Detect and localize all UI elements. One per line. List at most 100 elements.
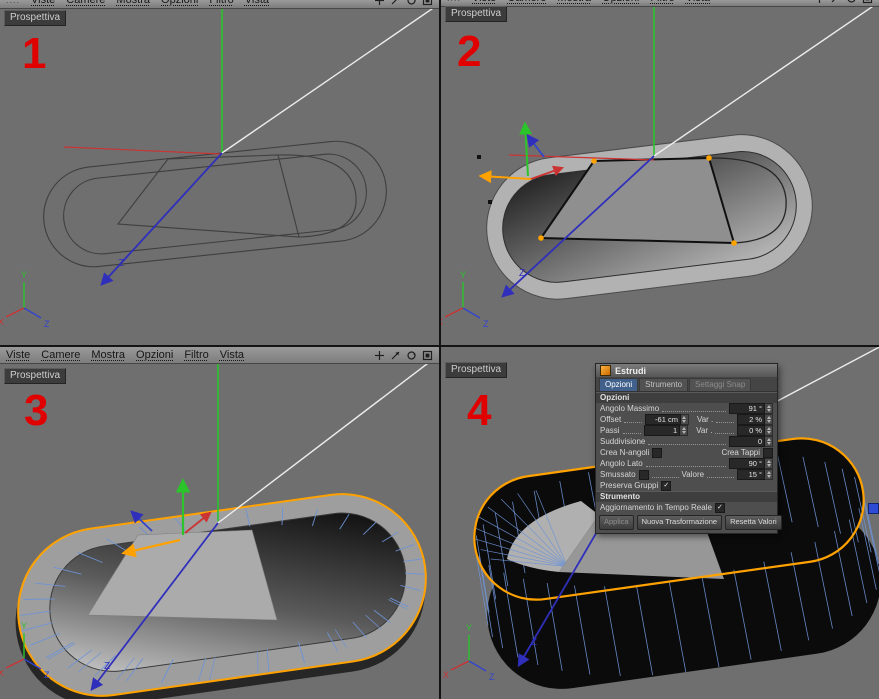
- max-angle-input[interactable]: 91 °: [729, 403, 765, 414]
- svg-text:Z: Z: [104, 661, 110, 672]
- menu-mostra[interactable]: Mostra: [91, 349, 125, 361]
- menu-opzioni[interactable]: Opzioni: [602, 0, 639, 4]
- toggle-view-icon[interactable]: [422, 0, 433, 6]
- new-transform-button[interactable]: Nuova Trasformazione: [636, 515, 723, 530]
- viewport-2-canvas[interactable]: Z Y X Z: [441, 6, 879, 345]
- menu-vista[interactable]: Vista: [220, 349, 244, 361]
- pan-view-icon[interactable]: [814, 0, 825, 4]
- dolly-view-icon[interactable]: [390, 0, 401, 6]
- apply-button[interactable]: Applica: [599, 515, 634, 530]
- bbox-handle[interactable]: [477, 155, 481, 159]
- menu-camere[interactable]: Camere: [41, 349, 80, 361]
- annotation-number-1: 1: [22, 29, 47, 78]
- menu-camere[interactable]: Camere: [66, 0, 105, 6]
- smooth-value-input[interactable]: 15 °: [737, 469, 766, 480]
- viewport-1-perspective[interactable]: :::: Viste Camere Mostra Opzioni Filtro …: [0, 0, 439, 345]
- menubar-grip-icon[interactable]: ::::: [6, 0, 20, 5]
- rotate-view-icon[interactable]: [406, 0, 417, 6]
- extrude-tool-icon: [600, 365, 611, 376]
- smooth-checkbox[interactable]: [638, 469, 649, 480]
- create-ngons-checkbox[interactable]: [652, 447, 663, 458]
- viewport-4-perspective[interactable]: Prospettiva 4 Z Y X Z Estrudi Opzioni St…: [441, 347, 879, 699]
- edge-angle-input[interactable]: 90 °: [729, 458, 765, 469]
- menu-vista[interactable]: Vista: [686, 0, 710, 4]
- menu-opzioni[interactable]: Opzioni: [136, 349, 173, 361]
- viewport-label[interactable]: Prospettiva: [445, 6, 508, 22]
- tab-opzioni[interactable]: Opzioni: [599, 378, 639, 391]
- steps-input[interactable]: 1: [644, 425, 681, 436]
- menu-filtro[interactable]: Filtro: [184, 349, 208, 361]
- extruded-sole-object[interactable]: [3, 483, 438, 699]
- steps-var-input[interactable]: 0 %: [737, 425, 765, 436]
- shaded-sole-object[interactable]: [479, 127, 821, 308]
- viewport-1-canvas[interactable]: Z Y X Z: [0, 8, 439, 345]
- svg-text:Z: Z: [531, 637, 537, 648]
- menu-mostra[interactable]: Mostra: [116, 0, 150, 6]
- viewport-label[interactable]: Prospettiva: [4, 10, 67, 26]
- svg-text:Z: Z: [489, 672, 495, 682]
- row-realtime-update: Aggiornamento in Tempo Reale ✓: [596, 502, 777, 513]
- svg-text:Z: Z: [483, 319, 489, 329]
- menu-viste[interactable]: Viste: [6, 349, 30, 361]
- viewport-3-canvas[interactable]: Z Y X Z: [0, 363, 439, 699]
- max-angle-spinner[interactable]: [765, 403, 773, 414]
- realtime-update-checkbox[interactable]: ✓: [714, 502, 725, 513]
- svg-text:Z: Z: [118, 258, 124, 269]
- extrude-tool-dialog[interactable]: Estrudi Opzioni Strumento Settaggi Snap …: [595, 363, 782, 534]
- viewport-label[interactable]: Prospettiva: [4, 368, 67, 384]
- rotate-view-icon[interactable]: [406, 350, 417, 361]
- row-smooth: Smussato Valore 15 °: [596, 469, 777, 480]
- row-steps: Passi 1 Var . 0 %: [596, 425, 777, 436]
- construction-line-white: [221, 8, 435, 154]
- svg-text:X: X: [443, 670, 449, 680]
- construction-line-white: [653, 6, 875, 157]
- pan-view-icon[interactable]: [374, 0, 385, 6]
- svg-text:Z: Z: [44, 670, 50, 680]
- tab-strumento[interactable]: Strumento: [639, 378, 689, 391]
- row-edge-angle: Angolo Lato 90 °: [596, 458, 777, 469]
- dialog-titlebar[interactable]: Estrudi: [596, 364, 777, 377]
- menu-filtro[interactable]: Filtro: [209, 0, 233, 6]
- bbox-handle[interactable]: [488, 200, 492, 204]
- dialog-title: Estrudi: [615, 365, 647, 376]
- tab-settaggi-snap[interactable]: Settaggi Snap: [689, 378, 752, 391]
- annotation-number-2: 2: [457, 27, 482, 76]
- offset-var-spinner[interactable]: [765, 414, 774, 425]
- subdivision-input[interactable]: 0: [729, 436, 765, 447]
- menubar-grip-icon[interactable]: ::::: [447, 0, 461, 3]
- subdivision-spinner[interactable]: [765, 436, 773, 447]
- steps-var-spinner[interactable]: [765, 425, 773, 436]
- edge-angle-spinner[interactable]: [765, 458, 773, 469]
- pan-view-icon[interactable]: [374, 350, 385, 361]
- viewport-label[interactable]: Prospettiva: [445, 362, 508, 378]
- menu-filtro[interactable]: Filtro: [650, 0, 674, 4]
- smooth-value-spinner[interactable]: [765, 469, 774, 480]
- offset-input[interactable]: -61 cm: [644, 414, 681, 425]
- dolly-view-icon[interactable]: [390, 350, 401, 361]
- toggle-view-icon[interactable]: [422, 350, 433, 361]
- offset-var-input[interactable]: 2 %: [737, 414, 766, 425]
- dolly-view-icon[interactable]: [830, 0, 841, 4]
- menu-viste[interactable]: Viste: [31, 0, 55, 6]
- toggle-view-icon[interactable]: [862, 0, 873, 4]
- offset-spinner[interactable]: [680, 414, 689, 425]
- z-axis-arrow[interactable]: Z: [100, 152, 223, 286]
- menu-camere[interactable]: Camere: [507, 0, 546, 4]
- menu-viste[interactable]: Viste: [472, 0, 496, 4]
- viewport-3-perspective[interactable]: Viste Camere Mostra Opzioni Filtro Vista…: [0, 347, 439, 699]
- preserve-groups-checkbox[interactable]: ✓: [661, 480, 672, 491]
- menu-mostra[interactable]: Mostra: [557, 0, 591, 4]
- menu-opzioni[interactable]: Opzioni: [161, 0, 198, 6]
- create-caps-checkbox[interactable]: [763, 447, 773, 458]
- menu-vista[interactable]: Vista: [245, 0, 269, 6]
- corner-axis-gizmo: Y X Z: [0, 270, 50, 329]
- viewport-2-perspective[interactable]: :::: Viste Camere Mostra Opzioni Filtro …: [441, 0, 879, 345]
- row-preserve-groups: Preserva Gruppi ✓: [596, 480, 777, 491]
- blue-handle[interactable]: [868, 503, 879, 514]
- reset-values-button[interactable]: Resetta Valori: [725, 515, 782, 530]
- svg-text:X: X: [0, 668, 4, 678]
- rotate-view-icon[interactable]: [846, 0, 857, 4]
- svg-text:Z: Z: [44, 319, 50, 329]
- spline-wireframe: [43, 140, 387, 268]
- steps-spinner[interactable]: [680, 425, 689, 436]
